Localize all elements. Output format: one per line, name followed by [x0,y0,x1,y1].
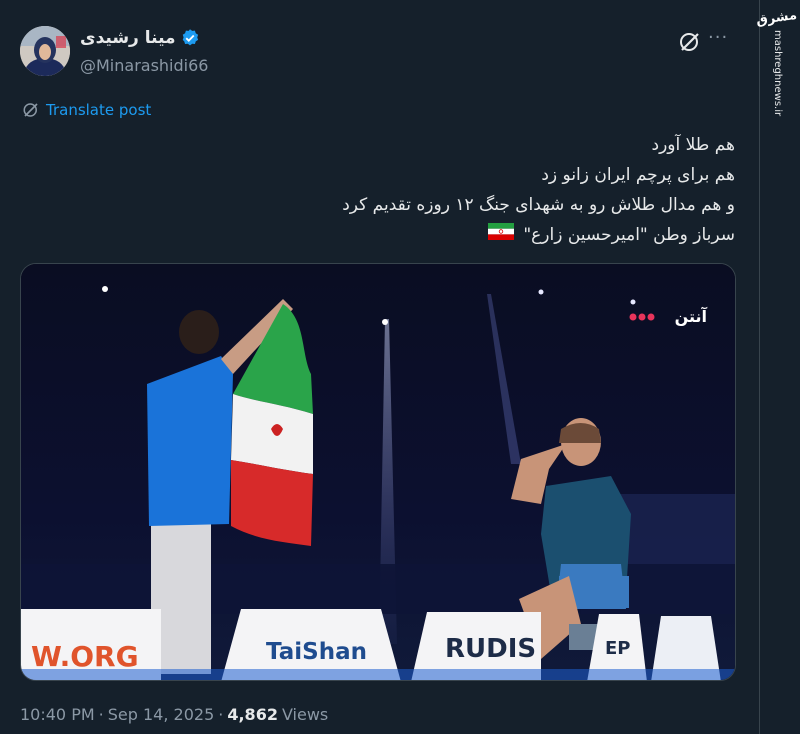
translate-post-link[interactable]: Translate post [22,101,151,119]
author-handle[interactable]: @Minarashidi66 [80,56,208,75]
meta-separator-1: · [98,705,104,724]
post-date[interactable]: Sep 14, 2025 [108,705,215,724]
post-media-image[interactable]: آنتن W.ORG TaiShan RUDIS EP [20,263,736,681]
post-time[interactable]: 10:40 PM [20,705,95,724]
author-avatar[interactable] [20,26,70,76]
post-line-1: هم طلا آورد [651,135,735,155]
post-line-4-row: سرباز وطن "امیرحسین زارع" [35,220,735,250]
post-line-2: هم برای پرچم ایران زانو زد [541,165,735,185]
channel-logo: آنتن [675,306,708,326]
wrestling-photo: آنتن W.ORG TaiShan RUDIS EP [21,264,735,680]
banner-rudis: RUDIS [445,634,536,664]
avatar-image [20,26,70,76]
views-count: 4,862 [227,705,278,724]
more-icon: ··· [708,27,729,48]
tweet-post: مینا رشیدی @Minarashidi66 ··· Translate … [0,0,760,734]
translate-label[interactable]: Translate post [46,101,151,119]
verified-badge-icon [182,29,198,46]
grok-button[interactable] [678,30,702,54]
post-meta: 10:40 PM · Sep 14, 2025 · 4,862 Views [20,705,328,724]
post-line-3: و هم مدال طلاش رو به شهدای جنگ ۱۲ روزه ت… [342,195,735,215]
banner-taishan: TaiShan [266,639,367,665]
views-label: Views [281,705,329,724]
author-name-row[interactable]: مینا رشیدی [80,28,200,48]
iran-flag-icon [487,220,514,250]
grok-translate-icon [23,103,38,117]
post-text: هم طلا آورد هم برای پرچم ایران زانو زد و… [35,130,735,250]
banner-ww-org: W.ORG [31,640,139,673]
watermark-url: mashreghnews.ir [772,30,783,117]
author-name[interactable]: مینا رشیدی [80,28,176,48]
post-line-4: سرباز وطن "امیرحسین زارع" [523,225,735,245]
more-button[interactable]: ··· [708,26,728,50]
meta-separator-2: · [218,705,224,724]
banner-ep: EP [605,638,631,659]
grok-icon [680,33,699,51]
